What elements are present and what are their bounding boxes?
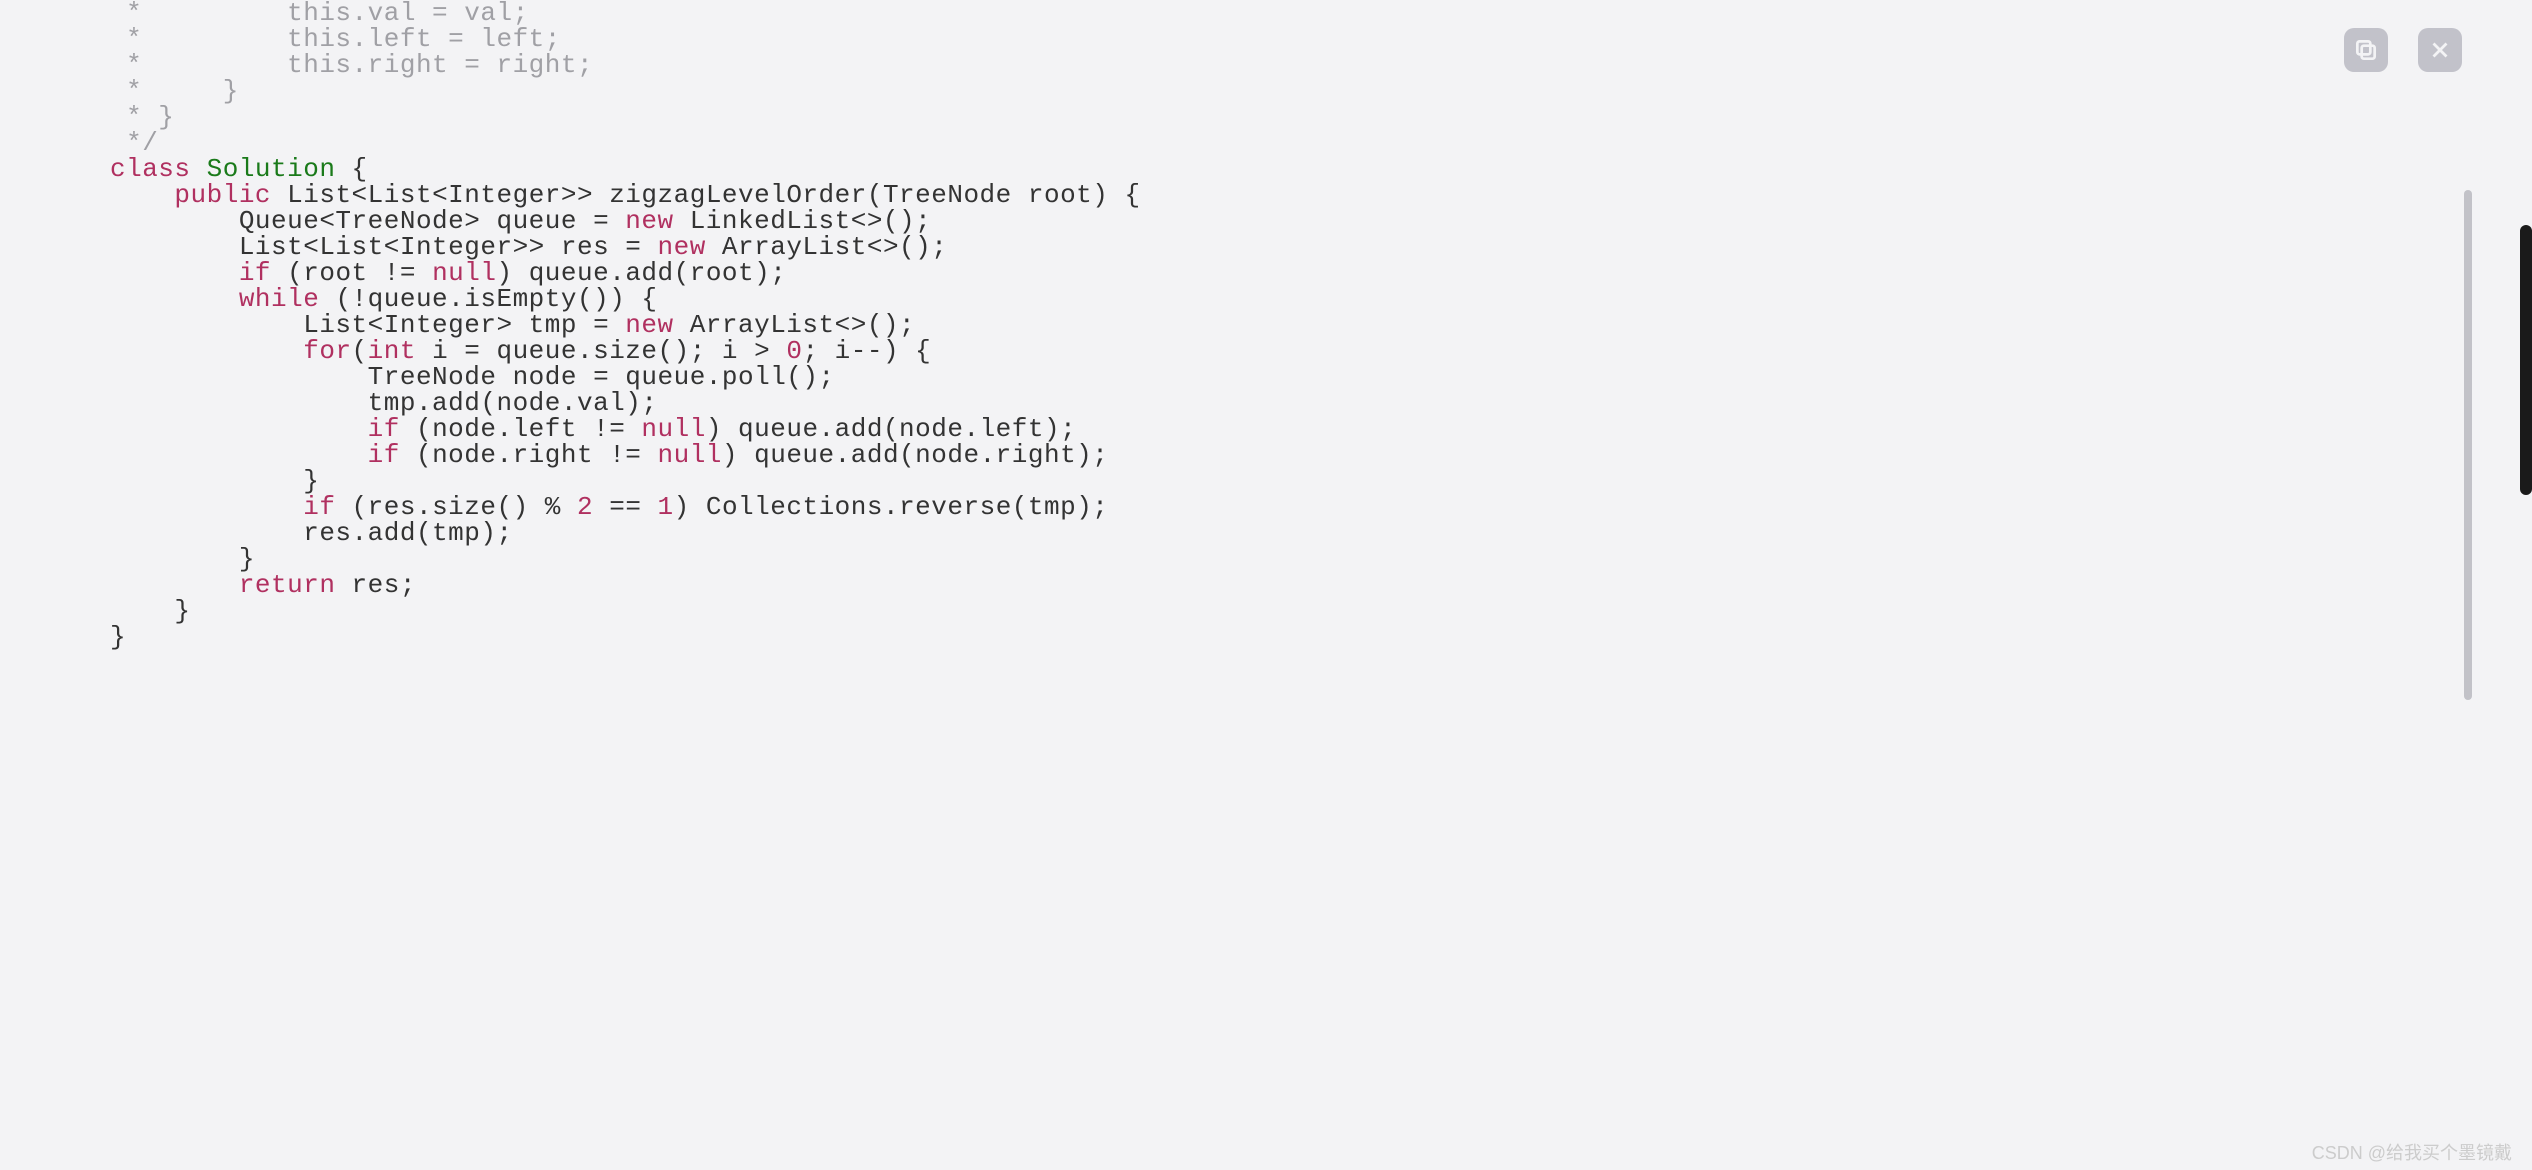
code-token: } — [110, 622, 126, 652]
toolbar — [2344, 28, 2462, 72]
code-token: res; — [335, 570, 416, 600]
code-line: if (res.size() % 2 == 1) Collections.rev… — [110, 494, 2532, 520]
code-line: * this.right = right; — [110, 52, 2532, 78]
code-line: if (root != null) queue.add(root); — [110, 260, 2532, 286]
code-line: while (!queue.isEmpty()) { — [110, 286, 2532, 312]
watermark: CSDN @给我买个墨镜戴 — [2312, 1144, 2512, 1162]
code-line: * } — [110, 78, 2532, 104]
code-token: == — [593, 492, 657, 522]
code-token: (node.right != — [400, 440, 658, 470]
code-line: * this.val = val; — [110, 0, 2532, 26]
code-token: 1 — [658, 492, 674, 522]
code-token: null — [658, 440, 722, 470]
close-button[interactable] — [2418, 28, 2462, 72]
code-line: return res; — [110, 572, 2532, 598]
code-token: ) Collections.reverse(tmp); — [674, 492, 1109, 522]
copy-button[interactable] — [2344, 28, 2388, 72]
code-token: if — [368, 440, 400, 470]
code-line: TreeNode node = queue.poll(); — [110, 364, 2532, 390]
outer-scrollbar[interactable] — [2520, 225, 2532, 495]
code-line: class Solution { — [110, 156, 2532, 182]
code-line: res.add(tmp); — [110, 520, 2532, 546]
code-line: List<Integer> tmp = new ArrayList<>(); — [110, 312, 2532, 338]
code-line: tmp.add(node.val); — [110, 390, 2532, 416]
code-line: List<List<Integer>> res = new ArrayList<… — [110, 234, 2532, 260]
code-token: return — [239, 570, 336, 600]
code-line: * } — [110, 104, 2532, 130]
copy-icon — [2353, 37, 2379, 63]
code-line: Queue<TreeNode> queue = new LinkedList<>… — [110, 208, 2532, 234]
inner-scrollbar[interactable] — [2464, 190, 2472, 700]
code-block: * this.val = val; * this.left = left; * … — [0, 0, 2532, 650]
close-icon — [2427, 37, 2453, 63]
code-line: if (node.right != null) queue.add(node.r… — [110, 442, 2532, 468]
code-line: for(int i = queue.size(); i > 0; i--) { — [110, 338, 2532, 364]
code-line: * this.left = left; — [110, 26, 2532, 52]
code-line: } — [110, 546, 2532, 572]
code-line: if (node.left != null) queue.add(node.le… — [110, 416, 2532, 442]
code-line: */ — [110, 130, 2532, 156]
code-token: 2 — [577, 492, 593, 522]
code-line: } — [110, 624, 2532, 650]
code-token: ) queue.add(node.right); — [722, 440, 1108, 470]
code-line: public List<List<Integer>> zigzagLevelOr… — [110, 182, 2532, 208]
code-line: } — [110, 598, 2532, 624]
code-line: } — [110, 468, 2532, 494]
